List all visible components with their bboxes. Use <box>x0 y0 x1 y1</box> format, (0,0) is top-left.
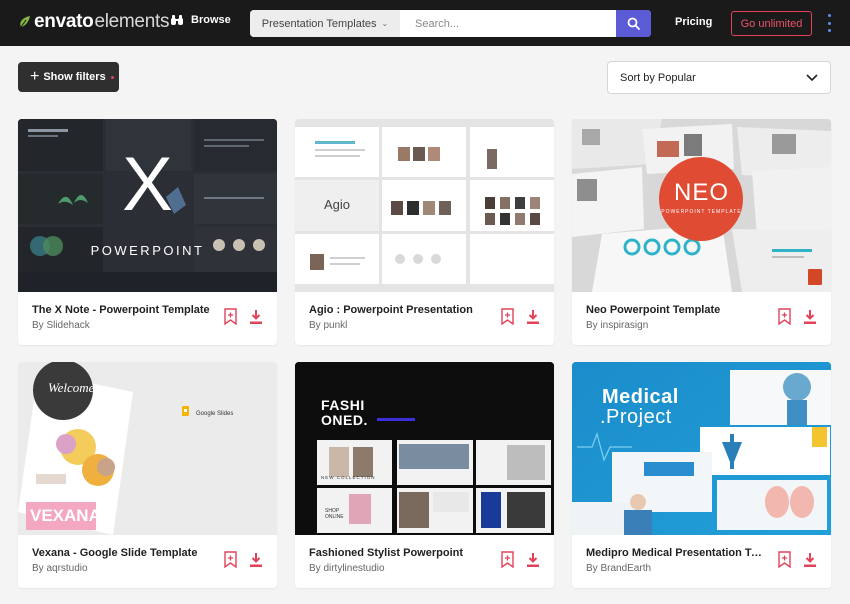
pricing-link[interactable]: Pricing <box>675 16 712 28</box>
search-category-label: Presentation Templates <box>261 17 377 30</box>
card-title[interactable]: The X Note - Powerpoint Template <box>32 304 212 316</box>
card-author[interactable]: By dirtylinestudio <box>309 563 385 574</box>
sort-label: Sort by Popular <box>620 71 696 84</box>
medical-thumb-subtitle: .Project <box>600 406 672 428</box>
envato-leaf-icon <box>20 16 30 28</box>
vexana-welcome-text: Welcome <box>48 380 95 395</box>
chevron-down-icon: ⌄ <box>381 19 389 28</box>
neo-thumb-subtitle: POWERPOINT TEMPLATE <box>661 209 742 215</box>
x-note-powerpoint-text: POWERPOINT <box>90 243 205 258</box>
neo-thumb-title: NEO <box>673 179 729 206</box>
bookmark-add-icon[interactable] <box>224 308 237 325</box>
fashioned-shop-online-label: SHOP ONLINE <box>325 508 344 520</box>
fashioned-thumb-title: FASHI ONED. <box>321 397 368 428</box>
template-card[interactable]: Medical .Project Medipro Medical Present… <box>572 362 831 588</box>
search-bar: Presentation Templates ⌄ <box>250 10 651 37</box>
search-category-dropdown[interactable]: Presentation Templates ⌄ <box>250 10 400 37</box>
browse-menu[interactable]: Browse <box>170 14 231 26</box>
download-icon[interactable] <box>249 552 263 568</box>
filter-indicator-dot <box>110 75 114 79</box>
card-author[interactable]: By inspirasign <box>586 320 648 331</box>
plus-icon: + <box>30 68 40 85</box>
card-title[interactable]: Fashioned Stylist Powerpoint <box>309 547 489 559</box>
bookmark-add-icon[interactable] <box>501 308 514 325</box>
binoculars-icon <box>171 15 183 25</box>
fashioned-new-collection-label: NEW COLLECTION <box>321 475 376 480</box>
bookmark-add-icon[interactable] <box>778 551 791 568</box>
logo-text-elements: elements <box>94 11 170 32</box>
card-author[interactable]: By Slidehack <box>32 320 90 331</box>
bookmark-add-icon[interactable] <box>501 551 514 568</box>
vexana-google-slides-label: Google Slides <box>196 411 234 417</box>
template-card[interactable]: Agio Agio : Powerpoint Presentation By p… <box>295 119 554 345</box>
show-filters-label: Show filters <box>43 71 106 83</box>
card-title[interactable]: Vexana - Google Slide Template <box>32 547 212 559</box>
download-icon[interactable] <box>526 309 540 325</box>
download-icon[interactable] <box>249 309 263 325</box>
download-icon[interactable] <box>803 552 817 568</box>
download-icon[interactable] <box>526 552 540 568</box>
card-thumbnail[interactable]: FASHI ONED. NEW COLLECTION SHOP ONLINE <box>295 362 554 535</box>
card-title[interactable]: Neo Powerpoint Template <box>586 304 766 316</box>
bookmark-add-icon[interactable] <box>224 551 237 568</box>
template-card[interactable]: FASHI ONED. NEW COLLECTION SHOP ONLINE F… <box>295 362 554 588</box>
browse-label: Browse <box>191 14 231 26</box>
x-note-big-x: X <box>122 142 173 227</box>
card-thumbnail[interactable]: NEO POWERPOINT TEMPLATE <box>572 119 831 292</box>
template-card[interactable]: Welcome VEXANA Google Slides Vexana - Go… <box>18 362 277 588</box>
show-filters-button[interactable]: + Show filters <box>18 62 119 92</box>
card-title[interactable]: Medipro Medical Presentation Te... <box>586 547 766 559</box>
card-thumbnail[interactable]: Medical .Project <box>572 362 831 535</box>
card-author[interactable]: By BrandEarth <box>586 563 651 574</box>
agio-thumb-title: Agio <box>324 197 351 212</box>
download-icon[interactable] <box>803 309 817 325</box>
bookmark-add-icon[interactable] <box>778 308 791 325</box>
sort-dropdown[interactable]: Sort by Popular <box>607 61 831 94</box>
card-thumbnail[interactable]: Welcome VEXANA Google Slides <box>18 362 277 535</box>
search-button[interactable] <box>616 10 651 37</box>
card-author[interactable]: By aqrstudio <box>32 563 88 574</box>
card-thumbnail[interactable]: Agio <box>295 119 554 292</box>
card-title[interactable]: Agio : Powerpoint Presentation <box>309 304 489 316</box>
envato-elements-logo[interactable]: envato elements <box>18 11 169 33</box>
more-options-icon[interactable] <box>826 14 832 32</box>
chevron-down-icon <box>806 73 818 81</box>
template-card[interactable]: NEO POWERPOINT TEMPLATE Neo Powerpoint T… <box>572 119 831 345</box>
top-navigation-bar: envato elements Browse Presentation Temp… <box>0 0 850 46</box>
search-input[interactable] <box>400 10 616 37</box>
card-thumbnail[interactable]: X POWERPOINT <box>18 119 277 292</box>
search-icon <box>627 17 640 30</box>
vexana-thumb-title: VEXANA <box>30 506 101 525</box>
go-unlimited-button[interactable]: Go unlimited <box>731 11 812 36</box>
template-card[interactable]: X POWERPOINT The X Note - Powerpoint Tem… <box>18 119 277 345</box>
card-author[interactable]: By punkl <box>309 320 347 331</box>
logo-text-envato: envato <box>34 11 94 32</box>
